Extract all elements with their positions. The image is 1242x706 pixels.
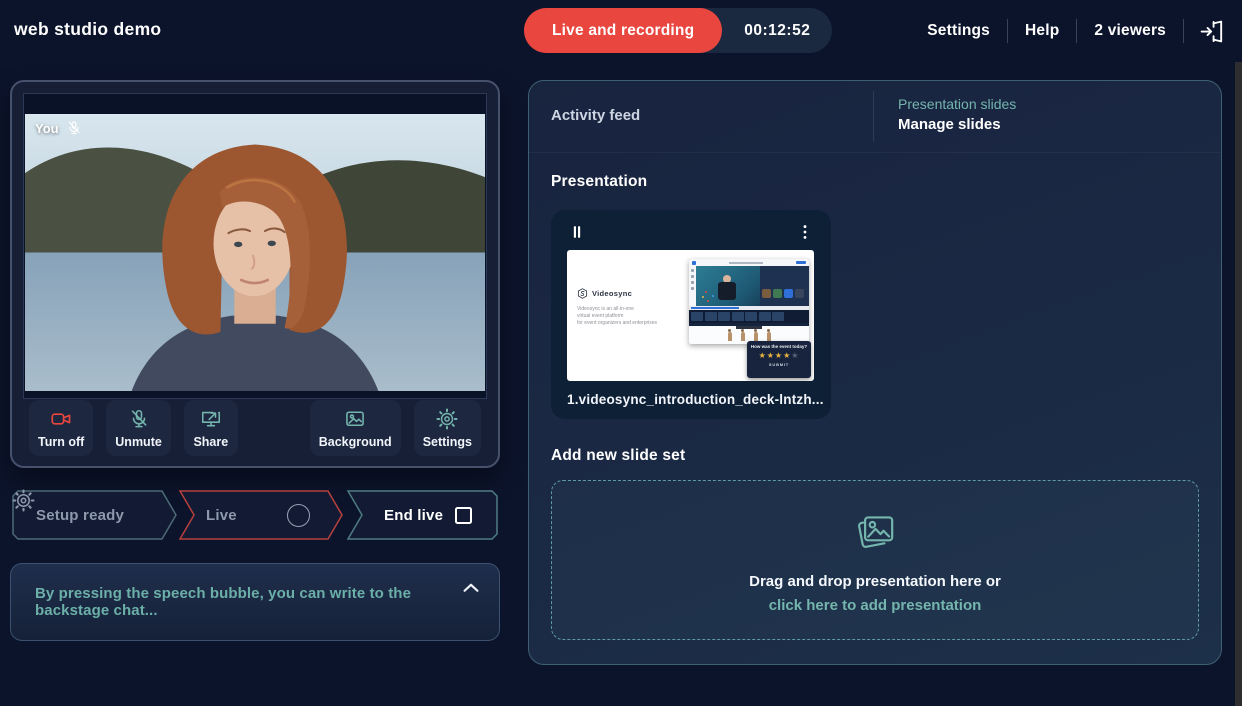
photos-icon: [850, 507, 900, 557]
star-icon: ★: [767, 351, 775, 360]
popup-submit-label: SUBMIT: [747, 362, 811, 367]
manage-slides-label[interactable]: Manage slides: [898, 116, 1016, 133]
portrait-illustration: [25, 114, 485, 391]
popup-question: How was the event today?: [747, 344, 811, 349]
scrollbar-gutter: [1235, 62, 1242, 706]
slide-card-toolbar: [567, 219, 815, 245]
nav-help[interactable]: Help: [1008, 22, 1076, 40]
exit-door-icon: [1199, 19, 1224, 44]
self-video-preview: You: [23, 93, 487, 399]
end-live-step[interactable]: End live: [348, 489, 496, 541]
live-step-label: Live: [206, 507, 237, 524]
presentation-heading: Presentation: [551, 173, 1199, 191]
nav-settings[interactable]: Settings: [910, 22, 1007, 40]
background-label: Background: [319, 435, 392, 449]
thumb-feedback-popup: How was the event today? ★★★★★ SUBMIT: [747, 341, 811, 378]
camera-panel: You Turn off Unmute Share Background Set…: [10, 80, 500, 468]
leave-studio-button[interactable]: [1184, 19, 1228, 44]
mic-off-icon: [66, 120, 82, 136]
panel-tabs: Activity feed Presentation slides Manage…: [529, 81, 1221, 153]
thumb-tagline-3: for event organizers and enterprises: [577, 320, 677, 327]
tab-presentation-slides[interactable]: Presentation slides Manage slides: [898, 96, 1016, 133]
star-icon: ★: [791, 351, 799, 360]
you-label-group: You: [35, 120, 82, 136]
unmute-label: Unmute: [115, 435, 162, 449]
screen-share-icon: [200, 408, 222, 430]
record-circle-icon: [287, 504, 310, 527]
star-icon: ★: [775, 351, 783, 360]
turn-off-camera-button[interactable]: Turn off: [29, 400, 93, 456]
viewer-count[interactable]: 2 viewers: [1077, 22, 1183, 40]
videosync-logo-icon: [577, 288, 588, 299]
presentation-slides-label: Presentation slides: [898, 96, 1016, 112]
backstage-chat-notice[interactable]: By pressing the speech bubble, you can w…: [10, 563, 500, 641]
camera-settings-button[interactable]: Settings: [414, 400, 481, 456]
session-timer: 00:12:52: [722, 22, 832, 40]
stage-flow: Setup ready Live End live: [10, 489, 500, 541]
stop-square-icon: [455, 507, 472, 524]
thumb-tagline-1: Videosync is an all-in-one: [577, 306, 677, 313]
thumb-brand-block: Videosync Videosync is an all-in-one vir…: [577, 288, 677, 327]
mic-off-icon: [128, 408, 150, 430]
collapse-chat-button[interactable]: [460, 577, 482, 599]
camera-icon: [50, 408, 72, 430]
thumb-brand-name: Videosync: [592, 289, 632, 298]
chevron-up-icon: [460, 577, 482, 599]
star-icon: ★: [759, 351, 767, 360]
pause-button[interactable]: [567, 222, 587, 242]
star-rating: ★★★★★: [747, 351, 811, 360]
slide-thumbnail[interactable]: Videosync Videosync is an all-in-one vir…: [567, 250, 814, 381]
chat-notice-text: By pressing the speech bubble, you can w…: [35, 564, 453, 640]
dropzone-text: Drag and drop presentation here or: [749, 573, 1001, 590]
camera-controls: Turn off Unmute Share Background Setting…: [29, 400, 481, 456]
slide-filename: 1.videosync_introduction_deck-lntzh...: [567, 392, 815, 407]
webcam-feed: [25, 114, 485, 391]
slide-set-card[interactable]: Videosync Videosync is an all-in-one vir…: [551, 210, 831, 419]
setup-ready-label: Setup ready: [36, 507, 124, 524]
unmute-button[interactable]: Unmute: [106, 400, 171, 456]
background-button[interactable]: Background: [310, 400, 401, 456]
share-label: Share: [193, 435, 228, 449]
top-nav: Settings Help 2 viewers: [910, 0, 1228, 62]
image-icon: [344, 408, 366, 430]
thumb-tagline-2: virtual event platform: [577, 313, 677, 320]
settings-label: Settings: [423, 435, 472, 449]
slides-panel: Activity feed Presentation slides Manage…: [528, 80, 1222, 665]
you-label: You: [35, 121, 59, 136]
tab-divider: [873, 91, 874, 142]
live-status-group: Live and recording 00:12:52: [524, 8, 832, 53]
setup-ready-step[interactable]: Setup ready: [12, 489, 176, 541]
presentation-dropzone[interactable]: Drag and drop presentation here or click…: [551, 480, 1199, 640]
panel-body: Presentation Videosync Videosync: [529, 153, 1221, 640]
tab-activity-feed[interactable]: Activity feed: [551, 107, 640, 124]
page-title: web studio demo: [14, 19, 161, 40]
share-screen-button[interactable]: Share: [184, 400, 238, 456]
dropzone-click-link[interactable]: click here to add presentation: [769, 597, 982, 614]
gear-icon: [436, 408, 458, 430]
turn-off-label: Turn off: [38, 435, 84, 449]
live-step[interactable]: Live: [180, 489, 342, 541]
kebab-menu-button[interactable]: [795, 222, 815, 242]
thumb-app-screenshot: [689, 259, 809, 344]
end-live-label: End live: [384, 507, 443, 524]
live-recording-badge[interactable]: Live and recording: [524, 8, 722, 53]
add-slide-set-heading: Add new slide set: [551, 447, 1199, 465]
